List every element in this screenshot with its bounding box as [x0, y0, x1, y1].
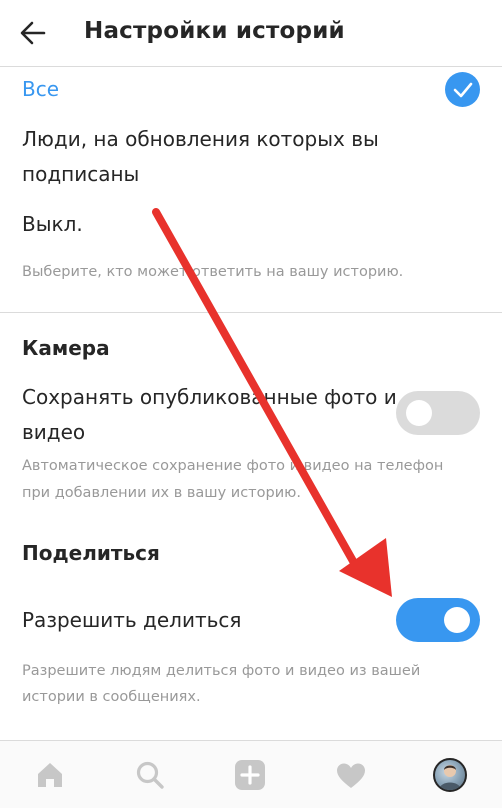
activity-heart-icon[interactable] [336, 762, 366, 789]
save-to-camera-toggle[interactable] [396, 391, 480, 435]
avatar-photo-icon [439, 765, 461, 790]
home-icon[interactable] [35, 761, 65, 789]
toggle-knob [444, 607, 470, 633]
reply-hint: Выберите, кто может ответить на вашу ист… [22, 264, 404, 280]
checkmark-icon [445, 72, 480, 107]
back-arrow-icon[interactable] [20, 21, 46, 45]
sharing-hint-line1: Разрешите людям делиться фото и видео из… [22, 663, 421, 679]
profile-avatar[interactable] [433, 758, 467, 792]
allow-sharing-label: Разрешить делиться [22, 608, 242, 632]
reply-option-following-line1[interactable]: Люди, на обновления которых вы [22, 122, 379, 156]
save-to-camera-label-line1: Сохранять опубликованные фото и [22, 385, 397, 409]
page-title: Настройки историй [84, 18, 345, 44]
add-post-icon[interactable] [234, 759, 266, 791]
allow-sharing-toggle[interactable] [396, 598, 480, 642]
divider [0, 312, 502, 313]
camera-section-title: Камера [22, 336, 110, 360]
camera-hint-line1: Автоматическое сохранение фото и видео н… [22, 458, 444, 474]
camera-hint-line2: при добавлении их в вашу историю. [22, 485, 301, 501]
search-icon[interactable] [135, 760, 165, 790]
save-to-camera-label-line2: видео [22, 420, 86, 444]
reply-option-off[interactable]: Выкл. [22, 207, 83, 241]
sharing-hint-line2: истории в сообщениях. [22, 689, 201, 705]
header-bar: Настройки историй [0, 0, 502, 67]
toggle-knob [406, 400, 432, 426]
reply-option-following-line2[interactable]: подписаны [22, 157, 139, 191]
reply-option-everyone[interactable]: Все [22, 72, 59, 106]
sharing-section-title: Поделиться [22, 541, 160, 565]
